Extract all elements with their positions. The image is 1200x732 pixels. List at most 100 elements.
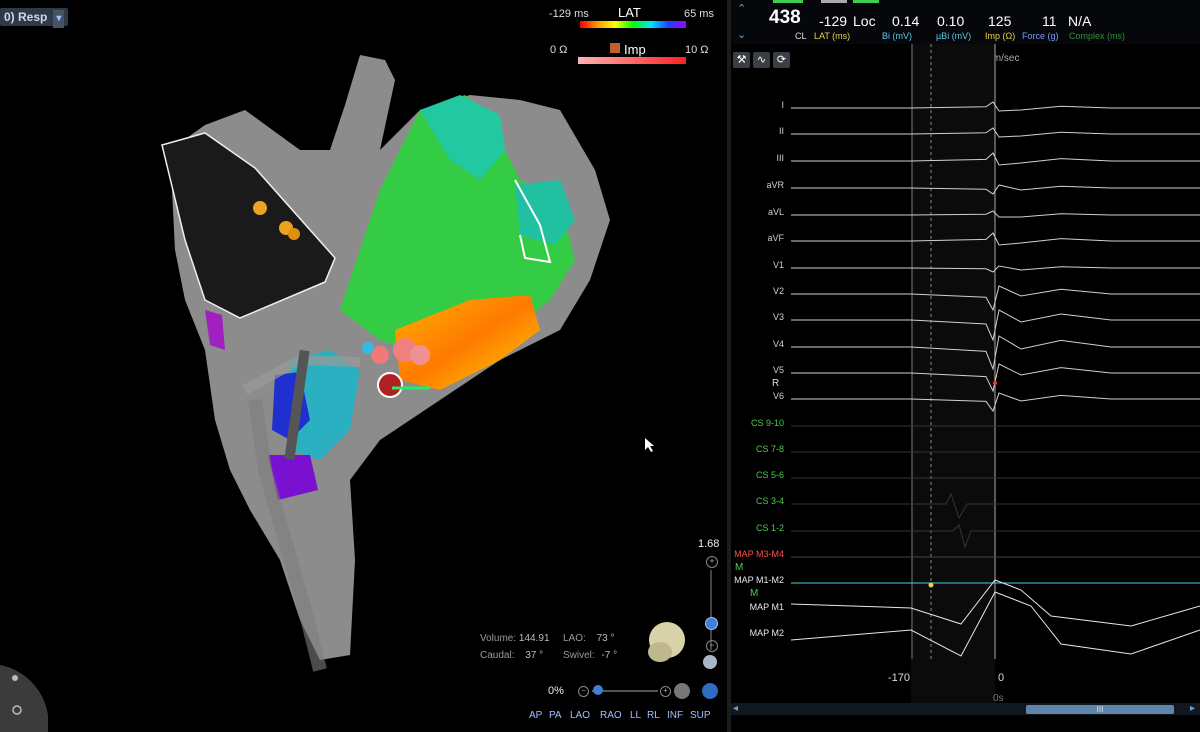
lat-legend-min: -129 ms: [549, 8, 589, 20]
lead-label[interactable]: II: [729, 126, 784, 136]
force-value: 11: [1042, 13, 1057, 29]
zoom-track[interactable]: [710, 570, 712, 650]
caudal-readout: Caudal: 37 °: [480, 650, 543, 661]
lead-label[interactable]: aVR: [729, 180, 784, 190]
zoom-out-button[interactable]: −: [706, 640, 718, 652]
lead-label[interactable]: V1: [729, 260, 784, 270]
heart-3d-model[interactable]: [0, 0, 727, 732]
lead-label[interactable]: aVF: [729, 233, 784, 243]
expand-down-icon[interactable]: ⌄: [737, 28, 746, 41]
bipolar-value: 0.14: [892, 13, 920, 29]
minus-icon: −: [709, 640, 715, 650]
time-label-left: -170: [888, 672, 911, 684]
view-button-ll[interactable]: LL: [630, 710, 641, 721]
lead-label[interactable]: V3: [729, 312, 784, 322]
lead-label[interactable]: MAP M1-M2: [729, 575, 784, 585]
lat-label: LAT (ms): [814, 31, 851, 41]
imp-legend-max: 10 Ω: [685, 44, 709, 56]
plus-icon: +: [709, 556, 715, 566]
cycle-length-value: 438: [769, 7, 801, 28]
view-button-rao[interactable]: RAO: [600, 710, 622, 721]
zoom-in-button[interactable]: +: [706, 556, 718, 568]
lao-readout: LAO: 73 °: [563, 633, 614, 644]
collapse-up-icon[interactable]: ⌃: [737, 2, 746, 15]
impedance-label: Imp (Ω): [985, 31, 1016, 41]
resp-dropdown-button[interactable]: ▾: [53, 10, 65, 28]
lead-label[interactable]: CS 1-2: [729, 523, 784, 533]
view-button-pa[interactable]: PA: [549, 710, 562, 721]
ecg-waveforms[interactable]: [731, 44, 1200, 703]
imp-legend-title: Imp: [624, 42, 646, 57]
lead-label[interactable]: V6: [729, 391, 784, 401]
lead-label[interactable]: V5: [729, 365, 784, 375]
catheter-readout-header: ⌃ ⌄ 438 CL -129 Loc LAT (ms) 0.14 Bi (mV…: [731, 0, 1200, 44]
swivel-readout: Swivel: -7 °: [563, 650, 617, 661]
lead-label[interactable]: III: [729, 153, 784, 163]
cycle-length-label: CL: [795, 31, 807, 41]
complex-label: Complex (ms): [1069, 31, 1126, 41]
status-indicator-green-2: [853, 0, 879, 3]
lead-label[interactable]: MAP M3-M4: [729, 549, 784, 559]
lead-label[interactable]: CS 7-8: [729, 444, 784, 454]
view-button-rl[interactable]: RL: [647, 710, 660, 721]
surface-toggle-button[interactable]: [674, 683, 690, 699]
lead-label[interactable]: I: [729, 100, 784, 110]
lead-label[interactable]: V4: [729, 339, 784, 349]
lat-color-scale: [580, 21, 686, 28]
imp-map-icon: [610, 43, 620, 53]
chevron-down-icon: ▾: [56, 13, 62, 24]
lao-value: 73 °: [596, 633, 615, 644]
resp-tag-label: 0) Resp: [4, 10, 48, 24]
lead-label[interactable]: MAP M1: [729, 602, 784, 612]
lead-label[interactable]: V2: [729, 286, 784, 296]
caudal-label: Caudal:: [480, 650, 515, 661]
r-wave-marker[interactable]: [993, 381, 997, 385]
m-marker-label-2: M: [750, 588, 759, 599]
view-button-lao[interactable]: LAO: [570, 710, 590, 721]
lat-legend-title: LAT: [618, 5, 641, 20]
rotate-view-button[interactable]: [702, 683, 718, 699]
opacity-increase-button[interactable]: +: [660, 686, 671, 697]
zoom-slider-thumb[interactable]: [705, 617, 718, 630]
scroll-right-icon[interactable]: ▸: [1190, 703, 1195, 714]
lao-label: LAO:: [563, 633, 586, 644]
status-indicator-grey: [821, 0, 847, 3]
force-label: Force (g): [1022, 31, 1059, 41]
scrollbar-thumb[interactable]: III: [1026, 705, 1174, 714]
lat-legend-max: 65 ms: [684, 8, 714, 20]
bipolar-label: Bi (mV): [882, 31, 912, 41]
lead-label[interactable]: MAP M2: [729, 628, 784, 638]
lead-label[interactable]: CS 9-10: [729, 418, 784, 428]
volume-value: 144.91: [518, 633, 550, 644]
lead-label[interactable]: CS 3-4: [729, 496, 784, 506]
view-button-inf[interactable]: INF: [667, 710, 683, 721]
opacity-value: 0%: [548, 685, 564, 697]
zoom-value: 1.68: [698, 538, 720, 550]
map-annotation-point[interactable]: [928, 582, 934, 588]
lead-label[interactable]: aVL: [729, 207, 784, 217]
caudal-value: 37 °: [525, 650, 544, 661]
imp-color-scale: [578, 57, 686, 64]
opacity-slider-thumb[interactable]: [593, 685, 603, 695]
volume-readout: Volume: 144.91: [480, 633, 550, 644]
micro-bipolar-value: 0.10: [937, 13, 965, 29]
swivel-label: Swivel:: [563, 650, 595, 661]
loc-label: Loc: [853, 13, 876, 29]
scrollbar-grip: III: [1096, 705, 1104, 714]
respiration-gating-tag[interactable]: 0) Resp ▾: [0, 8, 69, 28]
time-label-zero: 0: [998, 672, 1005, 684]
lat-value: -129: [819, 13, 848, 29]
electroanatomic-map-viewport[interactable]: [0, 0, 727, 732]
lead-label[interactable]: CS 5-6: [729, 470, 784, 480]
complex-value: N/A: [1068, 13, 1092, 29]
swivel-value: -7 °: [601, 650, 618, 661]
opacity-decrease-button[interactable]: −: [578, 686, 589, 697]
volume-label: Volume:: [480, 633, 517, 644]
minus-icon: −: [581, 686, 586, 695]
view-button-ap[interactable]: AP: [529, 710, 542, 721]
scroll-left-icon[interactable]: ◂: [733, 703, 738, 714]
zoom-options-button[interactable]: [703, 655, 717, 669]
micro-bipolar-label: µBi (mV): [936, 31, 972, 41]
view-button-sup[interactable]: SUP: [690, 710, 711, 721]
status-indicator-green: [773, 0, 803, 3]
